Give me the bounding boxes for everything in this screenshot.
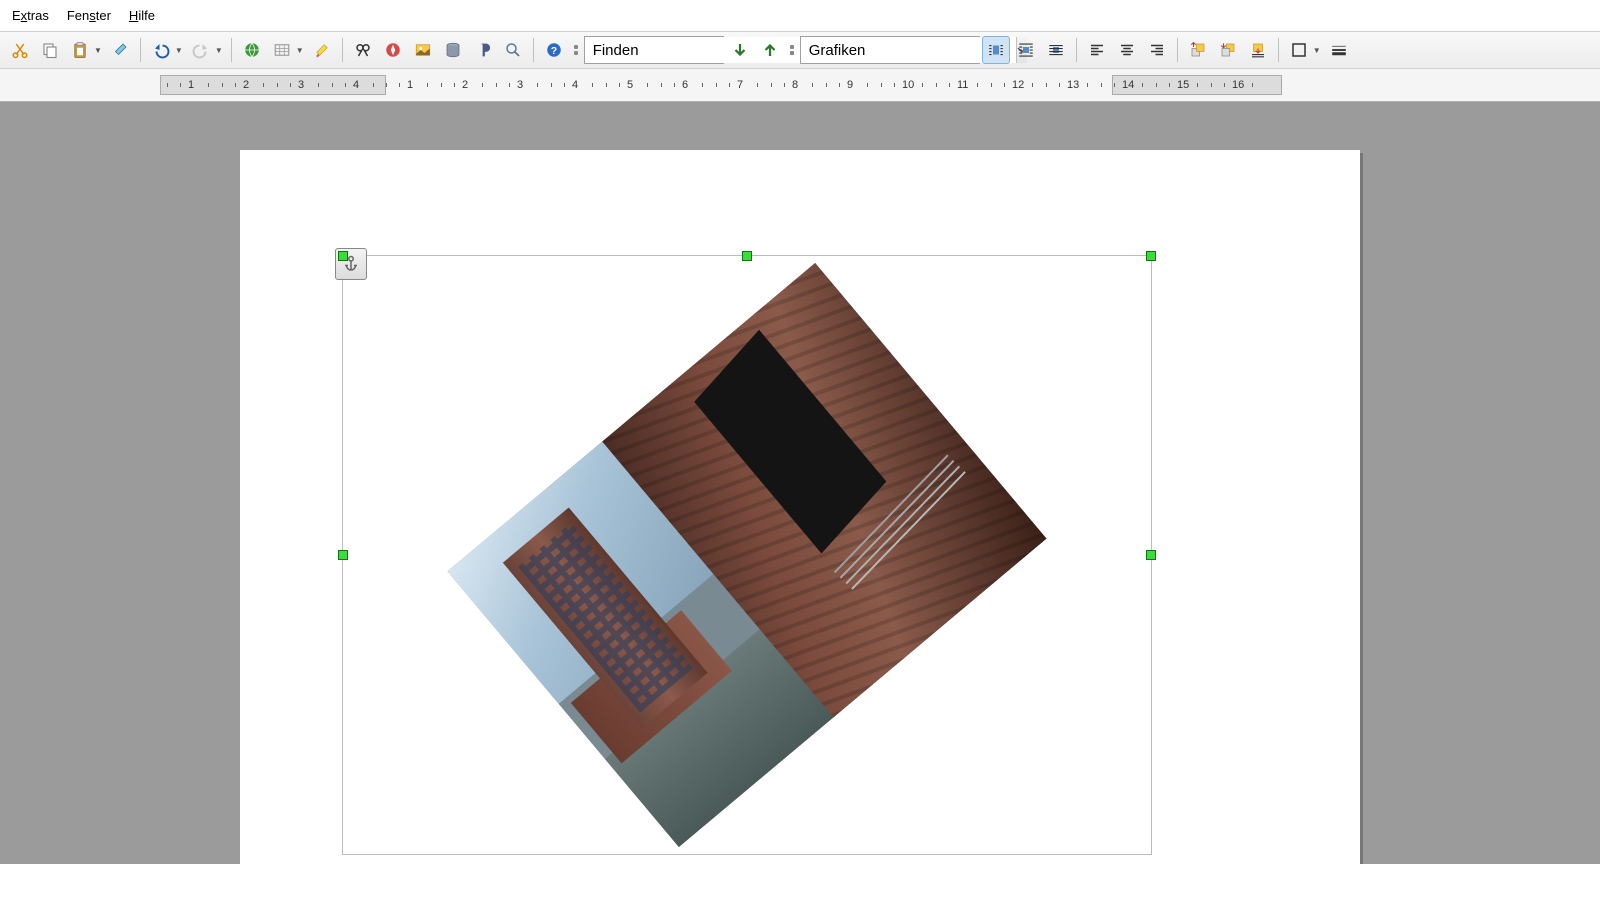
page[interactable]: [240, 150, 1360, 864]
menu-bar: Extras Fenster Hilfe: [0, 0, 1600, 32]
separator: [533, 38, 534, 62]
separator: [140, 38, 141, 62]
data-sources-button[interactable]: [439, 36, 467, 64]
borders-dropdown[interactable]: ▼: [1313, 46, 1323, 55]
align-left-button[interactable]: [1083, 36, 1111, 64]
resize-handle-ne[interactable]: [1146, 251, 1156, 261]
highlighting-button[interactable]: [308, 36, 336, 64]
separator: [231, 38, 232, 62]
document-workspace[interactable]: [0, 102, 1600, 864]
ruler-area: 432112345678910111213141516: [0, 69, 1600, 102]
redo-button: [187, 36, 215, 64]
menu-fenster[interactable]: Fenster: [67, 8, 111, 23]
table-dropdown[interactable]: ▼: [296, 46, 306, 55]
bring-front-button[interactable]: [1184, 36, 1212, 64]
borders-button[interactable]: [1285, 36, 1313, 64]
undo-button[interactable]: [147, 36, 175, 64]
horizontal-ruler[interactable]: 432112345678910111213141516: [160, 73, 1580, 97]
svg-text:?: ?: [550, 45, 556, 57]
toolbar-grip[interactable]: [788, 45, 796, 55]
find-prev-button[interactable]: [756, 36, 784, 64]
find-replace-button[interactable]: [349, 36, 377, 64]
format-paintbrush-button[interactable]: [106, 36, 134, 64]
cut-button[interactable]: [6, 36, 34, 64]
paste-dropdown[interactable]: ▼: [94, 46, 104, 55]
copy-button[interactable]: [36, 36, 64, 64]
separator: [1076, 38, 1077, 62]
inserted-image[interactable]: [447, 263, 1046, 847]
zoom-button[interactable]: [499, 36, 527, 64]
table-button[interactable]: [268, 36, 296, 64]
resize-handle-e[interactable]: [1146, 550, 1156, 560]
line-style-button[interactable]: [1325, 36, 1353, 64]
main-toolbar: ▼ ▼ ▼ ▼ ? ▼: [0, 32, 1600, 69]
help-button[interactable]: ?: [540, 36, 568, 64]
paste-button[interactable]: [66, 36, 94, 64]
wrap-off-button[interactable]: [982, 36, 1010, 64]
to-foreground-button[interactable]: [1244, 36, 1272, 64]
wrap-page-button[interactable]: [1012, 36, 1040, 64]
separator: [1278, 38, 1279, 62]
redo-dropdown[interactable]: ▼: [215, 46, 225, 55]
separator: [342, 38, 343, 62]
separator: [1177, 38, 1178, 62]
toolbar-grip[interactable]: [572, 45, 580, 55]
align-center-button[interactable]: [1113, 36, 1141, 64]
menu-hilfe[interactable]: Hilfe: [129, 8, 155, 23]
hyperlink-button[interactable]: [238, 36, 266, 64]
resize-handle-nw[interactable]: [338, 251, 348, 261]
navigator-button[interactable]: [379, 36, 407, 64]
resize-handle-n[interactable]: [742, 251, 752, 261]
menu-extras[interactable]: Extras: [12, 8, 49, 23]
nonprinting-chars-button[interactable]: [469, 36, 497, 64]
send-back-button[interactable]: [1214, 36, 1242, 64]
gallery-button[interactable]: [409, 36, 437, 64]
style-combo[interactable]: [800, 36, 980, 64]
find-combo[interactable]: [584, 36, 724, 64]
undo-dropdown[interactable]: ▼: [175, 46, 185, 55]
image-frame[interactable]: [342, 255, 1152, 855]
resize-handle-w[interactable]: [338, 550, 348, 560]
find-next-button[interactable]: [726, 36, 754, 64]
wrap-through-button[interactable]: [1042, 36, 1070, 64]
align-right-button[interactable]: [1143, 36, 1171, 64]
